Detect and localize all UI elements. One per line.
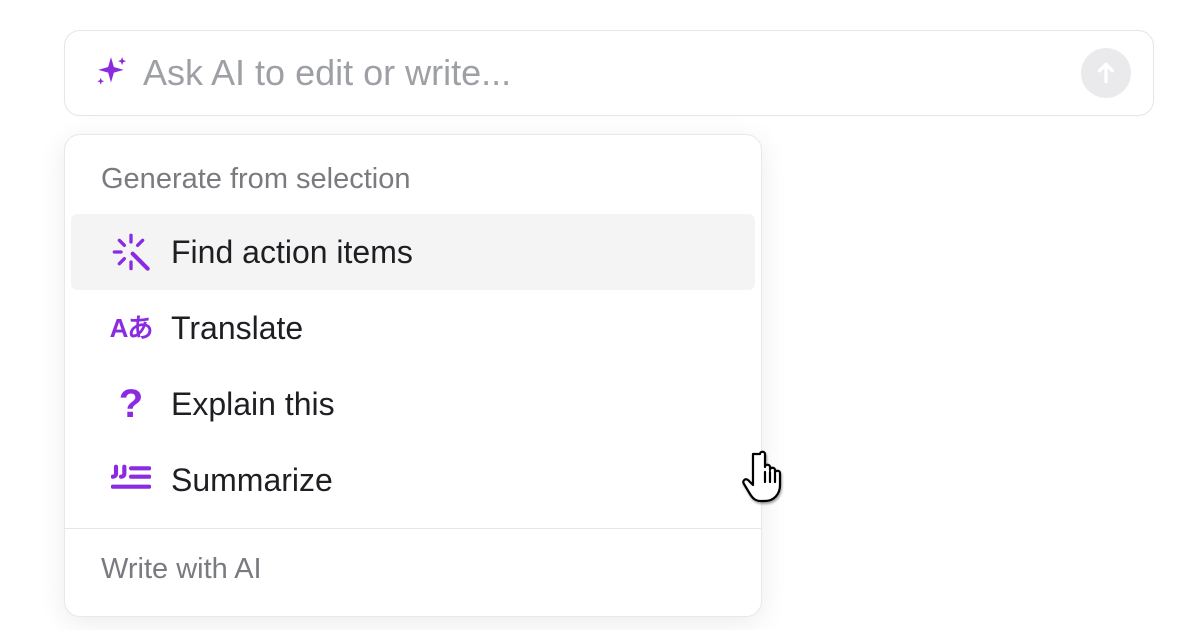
menu-item-explain[interactable]: ? Explain this bbox=[71, 366, 755, 442]
wand-icon bbox=[101, 232, 161, 272]
menu-item-label: Translate bbox=[171, 310, 303, 347]
menu-item-label: Summarize bbox=[171, 462, 333, 499]
sparkle-icon bbox=[91, 53, 131, 93]
section-header-write: Write with AI bbox=[65, 529, 761, 616]
menu-item-translate[interactable]: Aあ Translate bbox=[71, 290, 755, 366]
menu-item-label: Find action items bbox=[171, 234, 413, 271]
translate-icon: Aあ bbox=[101, 315, 161, 341]
question-icon: ? bbox=[101, 384, 161, 424]
ai-actions-menu: Find action items Aあ Translate ? Explain… bbox=[65, 214, 761, 528]
ai-actions-panel: Generate from selection bbox=[64, 134, 762, 617]
ai-prompt-bar[interactable] bbox=[64, 30, 1154, 116]
menu-item-find-action-items[interactable]: Find action items bbox=[71, 214, 755, 290]
menu-item-label: Explain this bbox=[171, 386, 335, 423]
summarize-icon bbox=[101, 460, 161, 500]
submit-button[interactable] bbox=[1081, 48, 1131, 98]
section-header-generate: Generate from selection bbox=[65, 135, 761, 214]
ai-prompt-input[interactable] bbox=[143, 52, 1065, 94]
menu-item-summarize[interactable]: Summarize bbox=[71, 442, 755, 518]
